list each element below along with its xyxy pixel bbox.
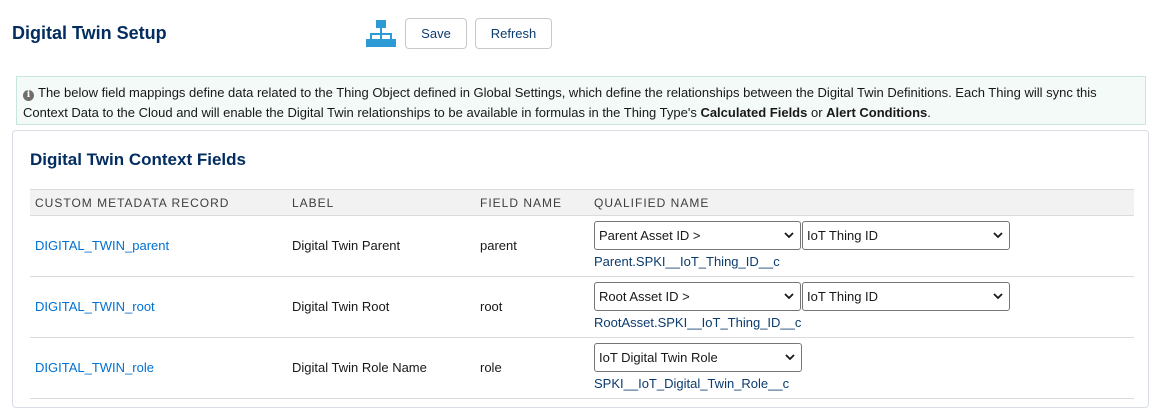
context-fields-card: Digital Twin Context Fields CUSTOM METAD…	[12, 130, 1149, 408]
chevron-down-icon	[785, 354, 795, 361]
row-field-name: root	[480, 299, 503, 314]
info-icon: i	[23, 90, 34, 101]
table-row: DIGITAL_TWIN_role Digital Twin Role Name…	[30, 338, 1134, 399]
table-row: DIGITAL_TWIN_root Digital Twin Root root…	[30, 277, 1134, 338]
qualified-name-select-2[interactable]: IoT Thing ID	[802, 282, 1010, 311]
info-message: i The below field mappings define data re…	[16, 76, 1146, 125]
info-alert-conditions: Alert Conditions	[826, 105, 928, 120]
select-value: Parent Asset ID >	[599, 228, 701, 243]
row-label: Digital Twin Root	[292, 299, 390, 314]
context-fields-table: CUSTOM METADATA RECORD LABEL FIELD NAME …	[30, 189, 1134, 399]
chevron-down-icon	[784, 293, 794, 300]
row-field-name: parent	[480, 238, 517, 253]
page-title: Digital Twin Setup	[12, 23, 167, 43]
column-header-field-name: FIELD NAME	[480, 196, 563, 210]
select-value: IoT Digital Twin Role	[599, 350, 718, 365]
hierarchy-icon	[366, 20, 396, 47]
column-header-record: CUSTOM METADATA RECORD	[35, 196, 230, 210]
qualified-name-value: SPKI__IoT_Digital_Twin_Role__c	[594, 376, 790, 391]
qualified-name-select-1[interactable]: IoT Digital Twin Role	[594, 343, 802, 372]
chevron-down-icon	[993, 232, 1003, 239]
record-link[interactable]: DIGITAL_TWIN_role	[35, 360, 154, 375]
qualified-name-select-1[interactable]: Parent Asset ID >	[594, 221, 801, 250]
chevron-down-icon	[993, 293, 1003, 300]
qualified-name-value: Parent.SPKI__IoT_Thing_ID__c	[594, 254, 780, 269]
select-value: Root Asset ID >	[599, 289, 690, 304]
row-label: Digital Twin Role Name	[292, 360, 427, 375]
qualified-name-value: RootAsset.SPKI__IoT_Thing_ID__c	[594, 315, 802, 330]
record-link[interactable]: DIGITAL_TWIN_parent	[35, 238, 169, 253]
table-header: CUSTOM METADATA RECORD LABEL FIELD NAME …	[30, 190, 1134, 216]
save-button[interactable]: Save	[405, 18, 467, 49]
info-text-end: .	[927, 105, 931, 120]
row-label: Digital Twin Parent	[292, 238, 401, 253]
chevron-down-icon	[784, 232, 794, 239]
qualified-name-select-1[interactable]: Root Asset ID >	[594, 282, 801, 311]
info-text-or: or	[807, 105, 827, 120]
refresh-button[interactable]: Refresh	[475, 18, 552, 49]
table-row: DIGITAL_TWIN_parent Digital Twin Parent …	[30, 216, 1134, 277]
column-header-qualified-name: QUALIFIED NAME	[594, 196, 710, 210]
column-header-label: LABEL	[292, 196, 335, 210]
qualified-name-select-2[interactable]: IoT Thing ID	[802, 221, 1010, 250]
info-text: The below field mappings define data rel…	[23, 85, 1097, 120]
row-field-name: role	[480, 360, 502, 375]
select-value: IoT Thing ID	[807, 228, 879, 243]
card-title: Digital Twin Context Fields	[30, 150, 246, 169]
record-link[interactable]: DIGITAL_TWIN_root	[35, 299, 155, 314]
select-value: IoT Thing ID	[807, 289, 879, 304]
info-calculated-fields: Calculated Fields	[700, 105, 808, 120]
